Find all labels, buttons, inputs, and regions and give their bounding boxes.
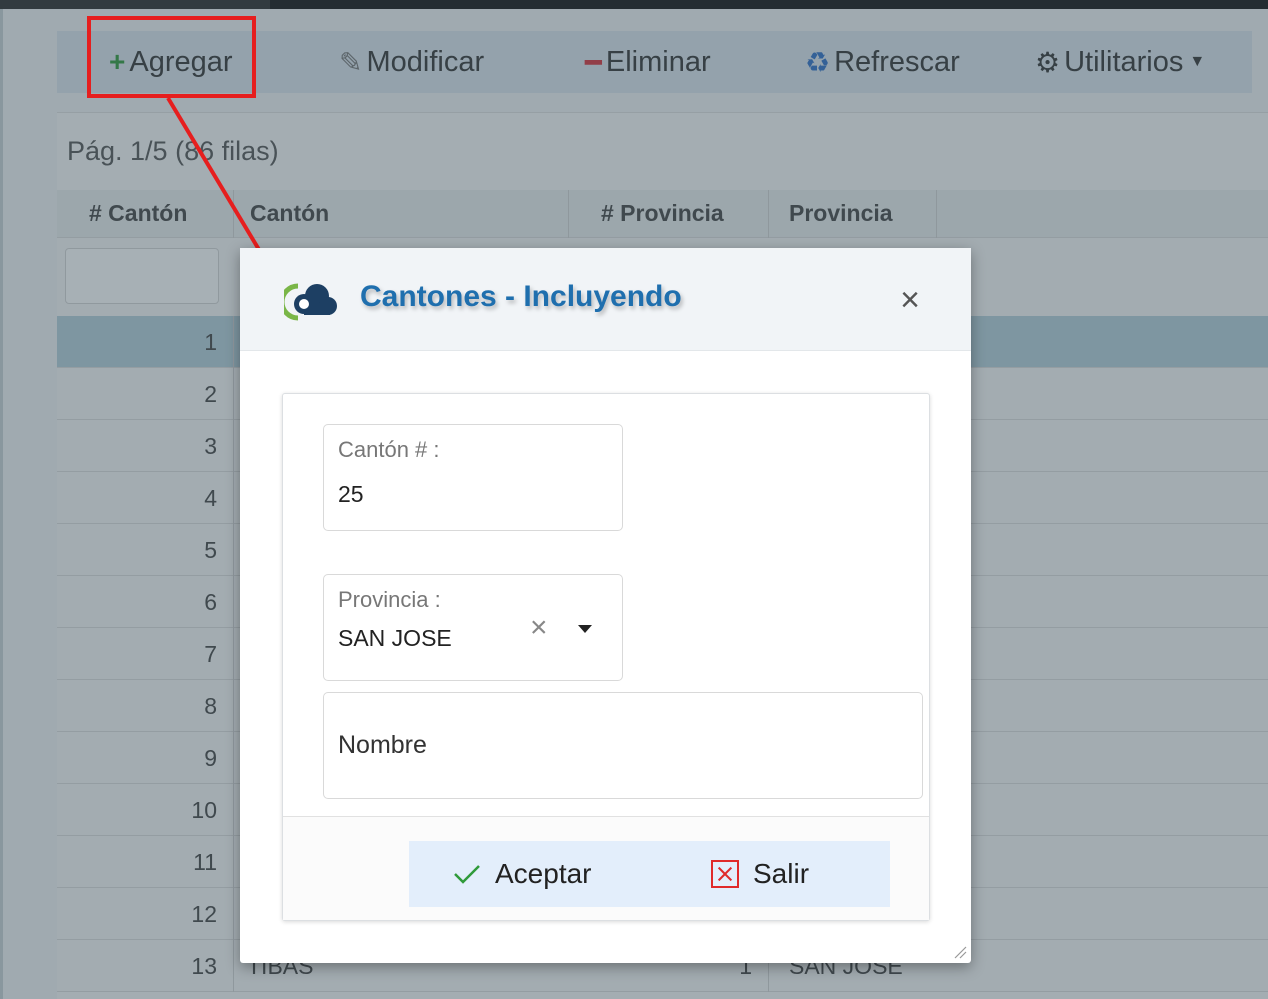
exit-button-label: Salir <box>753 858 810 889</box>
close-box-icon <box>711 860 739 888</box>
provincia-select[interactable]: Provincia : SAN JOSE × <box>323 574 623 681</box>
exit-button[interactable]: Salir <box>711 841 809 907</box>
nombre-placeholder: Nombre <box>338 731 427 759</box>
form-card: Cantón # : 25 Provincia : SAN JOSE × Nom… <box>282 393 930 921</box>
dialog-header: Cantones - Incluyendo × <box>240 248 971 351</box>
button-bar: Aceptar Salir <box>409 841 890 907</box>
close-icon[interactable]: × <box>894 283 926 317</box>
accept-button-label: Aceptar <box>495 858 592 889</box>
provincia-value: SAN JOSE <box>338 625 452 651</box>
provincia-label: Provincia : <box>338 587 441 612</box>
dropdown-caret-icon[interactable] <box>578 625 592 633</box>
dialog-footer: Aceptar Salir <box>283 816 929 920</box>
canton-number-label: Cantón # : <box>338 437 440 462</box>
dialog-title: Cantones - Incluyendo <box>360 280 682 313</box>
resize-grip-icon[interactable] <box>953 945 967 959</box>
nombre-input[interactable]: Nombre <box>323 692 923 799</box>
canton-number-value: 25 <box>338 481 364 507</box>
accept-button[interactable]: Aceptar <box>453 841 592 907</box>
dialog: Cantones - Incluyendo × Cantón # : 25 Pr… <box>240 248 971 963</box>
check-icon <box>454 865 480 884</box>
canton-number-field[interactable]: Cantón # : 25 <box>323 424 623 531</box>
clear-icon[interactable]: × <box>530 613 548 643</box>
annotation-highlight <box>87 16 256 98</box>
cloud-logo-icon <box>284 283 337 321</box>
